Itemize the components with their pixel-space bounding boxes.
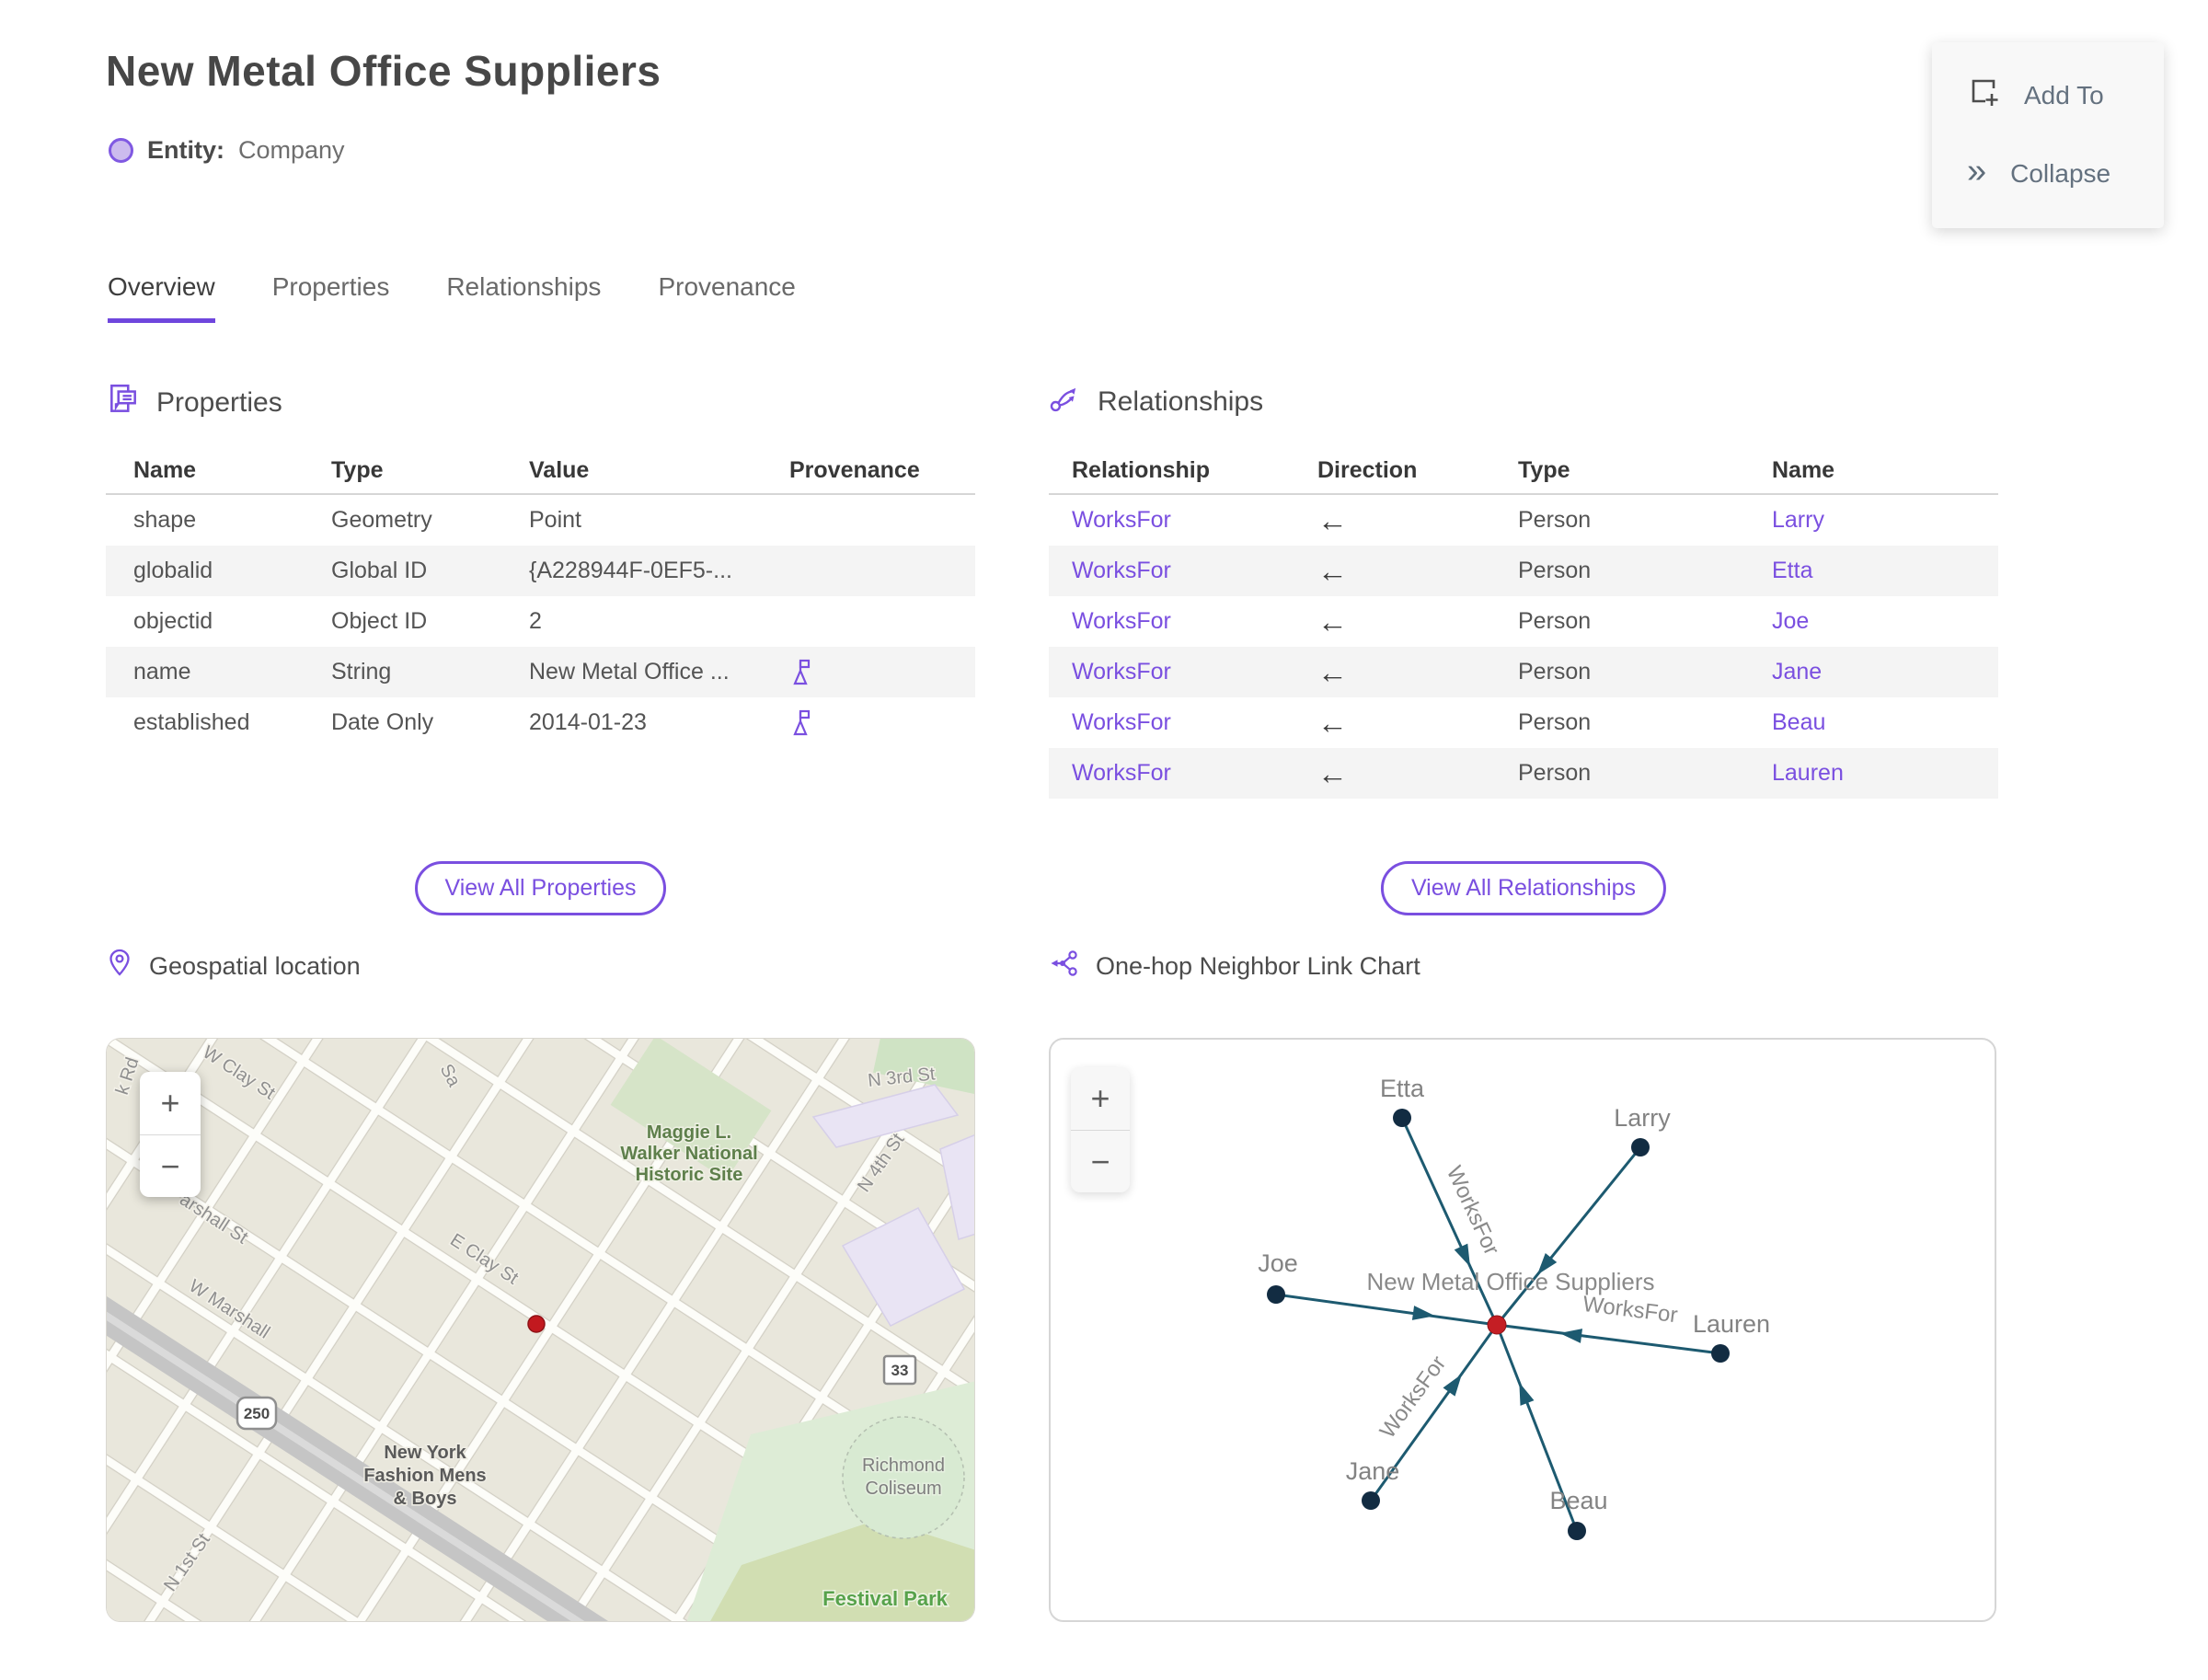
left-column: Properties Name Type Value Provenance sh… — [106, 0, 975, 1680]
entity-link[interactable]: Joe — [1772, 608, 1998, 635]
relationship-link[interactable]: WorksFor — [1072, 558, 1317, 584]
svg-text:Historic Site: Historic Site — [636, 1165, 743, 1185]
graph-node-etta[interactable] — [1393, 1109, 1411, 1127]
node-label: Jane — [1346, 1457, 1400, 1485]
link-chart-title: One-hop Neighbor Link Chart — [1096, 952, 1420, 980]
collapse-label: Collapse — [2010, 159, 2111, 188]
relationships-icon — [1049, 382, 1082, 422]
table-row: WorksFor ← Person Larry — [1049, 495, 1998, 546]
geospatial-title: Geospatial location — [149, 952, 361, 980]
node-label: Beau — [1549, 1487, 1607, 1514]
chart-zoom-control: + − — [1071, 1067, 1130, 1192]
node-label: Larry — [1614, 1104, 1671, 1132]
route-badge-33: 33 — [882, 1354, 917, 1386]
view-all-relationships-button[interactable]: View All Relationships — [1380, 861, 1667, 915]
svg-text:& Boys: & Boys — [394, 1489, 457, 1509]
link-chart-canvas: WorksFor WorksFor WorksFor Etta Larry Jo… — [1258, 1075, 1770, 1540]
entity-link[interactable]: Etta — [1772, 558, 1998, 584]
link-chart-icon — [1049, 948, 1080, 985]
entity-link[interactable]: Beau — [1772, 709, 1998, 736]
node-label: Lauren — [1693, 1310, 1770, 1338]
map-zoom-control: + − — [140, 1072, 201, 1197]
graph-node-center[interactable] — [1487, 1315, 1507, 1335]
svg-text:Walker National: Walker National — [620, 1144, 757, 1164]
center-node-label: New Metal Office Suppliers — [1366, 1268, 1654, 1295]
map-marker[interactable] — [527, 1315, 546, 1333]
table-row: WorksFor ← Person Jane — [1049, 647, 1998, 697]
direction-arrow: ← — [1317, 553, 1348, 588]
node-label: Etta — [1380, 1075, 1425, 1102]
direction-arrow: ← — [1317, 502, 1348, 537]
table-row: WorksFor ← Person Beau — [1049, 697, 1998, 748]
relationships-table: Relationship Direction Type Name WorksFo… — [1049, 447, 1998, 799]
graph-node-lauren[interactable] — [1711, 1344, 1730, 1363]
properties-section-header: Properties — [106, 382, 282, 424]
route-badge-250: 250 — [236, 1396, 278, 1431]
relationship-link[interactable]: WorksFor — [1072, 507, 1317, 534]
entity-link[interactable]: Jane — [1772, 659, 1998, 685]
link-chart[interactable]: WorksFor WorksFor WorksFor Etta Larry Jo… — [1049, 1038, 1996, 1622]
direction-arrow: ← — [1317, 604, 1348, 639]
relationships-title: Relationships — [1098, 386, 1264, 417]
table-row: WorksFor ← Person Etta — [1049, 546, 1998, 596]
relationships-section-header: Relationships — [1049, 382, 1263, 422]
table-row: WorksFor ← Person Lauren — [1049, 748, 1998, 799]
relationship-link[interactable]: WorksFor — [1072, 760, 1317, 787]
node-label: Joe — [1258, 1249, 1298, 1277]
geospatial-section-header: Geospatial location — [106, 948, 361, 985]
map-canvas: k Rd W Clay St Sa arshall St W Marshall … — [107, 1039, 974, 1621]
svg-text:New York: New York — [384, 1443, 466, 1463]
svg-text:Maggie L.: Maggie L. — [647, 1122, 731, 1143]
graph-node-larry[interactable] — [1631, 1138, 1650, 1156]
map-zoom-out-button[interactable]: − — [140, 1134, 201, 1197]
svg-text:Richmond: Richmond — [862, 1456, 945, 1476]
direction-arrow: ← — [1317, 705, 1348, 740]
svg-text:33: 33 — [891, 1362, 909, 1379]
chart-zoom-in-button[interactable]: + — [1071, 1067, 1130, 1130]
edge-label: WorksFor — [1581, 1292, 1679, 1328]
direction-arrow: ← — [1317, 755, 1348, 790]
link-chart-section-header: One-hop Neighbor Link Chart — [1049, 948, 1420, 985]
view-all-properties-button[interactable]: View All Properties — [414, 861, 667, 915]
svg-text:250: 250 — [244, 1405, 270, 1422]
edge-label: WorksFor — [1375, 1352, 1452, 1444]
add-to-label: Add To — [2024, 80, 2104, 109]
table-row: objectid Object ID 2 — [133, 608, 542, 634]
entity-link[interactable]: Larry — [1772, 507, 1998, 534]
geospatial-map[interactable]: k Rd W Clay St Sa arshall St W Marshall … — [106, 1038, 975, 1622]
map-zoom-in-button[interactable]: + — [140, 1072, 201, 1134]
relationship-link[interactable]: WorksFor — [1072, 659, 1317, 685]
poi-festival-park: Festival Park — [822, 1587, 949, 1610]
properties-icon — [106, 382, 141, 424]
provenance-flag-icon[interactable] — [789, 708, 975, 739]
relationship-link[interactable]: WorksFor — [1072, 608, 1317, 635]
right-column: Relationships Relationship Direction Typ… — [1049, 0, 1998, 1680]
svg-text:Fashion Mens: Fashion Mens — [363, 1466, 486, 1486]
relationship-link[interactable]: WorksFor — [1072, 709, 1317, 736]
chart-zoom-out-button[interactable]: − — [1071, 1130, 1130, 1192]
table-row: established Date Only 2014-01-23 — [106, 697, 975, 748]
provenance-flag-icon[interactable] — [789, 657, 975, 688]
entity-link[interactable]: Lauren — [1772, 760, 1998, 787]
properties-table-header: Name Type Value Provenance — [106, 447, 975, 495]
graph-node-beau[interactable] — [1568, 1522, 1586, 1540]
direction-arrow: ← — [1317, 654, 1348, 689]
properties-table: Name Type Value Provenance shape Geometr… — [106, 447, 975, 748]
edge-label: WorksFor — [1442, 1162, 1504, 1259]
svg-text:Coliseum: Coliseum — [865, 1479, 941, 1499]
graph-node-joe[interactable] — [1267, 1285, 1285, 1304]
table-row: shape Geometry Point — [133, 507, 581, 533]
relationships-table-header: Relationship Direction Type Name — [1049, 447, 1998, 495]
map-pin-icon — [106, 948, 133, 985]
table-row: globalid Global ID {A228944F-0EF5-... — [106, 546, 975, 596]
table-row: WorksFor ← Person Joe — [1049, 596, 1998, 647]
graph-node-jane[interactable] — [1362, 1491, 1380, 1510]
table-row: name String New Metal Office ... — [106, 647, 975, 697]
properties-title: Properties — [156, 387, 282, 418]
